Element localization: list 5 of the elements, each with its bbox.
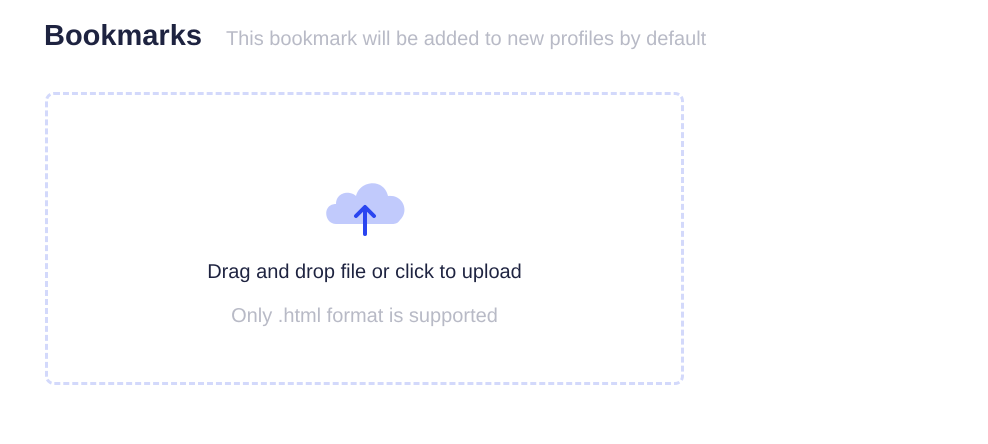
page-subtitle: This bookmark will be added to new profiles by default	[226, 27, 706, 52]
upload-instruction: Drag and drop file or click to upload	[207, 260, 522, 285]
upload-hint: Only .html format is supported	[231, 304, 498, 329]
upload-dropzone[interactable]: Drag and drop file or click to upload Only .html format is supported	[45, 92, 684, 385]
page-title: Bookmarks	[44, 19, 202, 54]
